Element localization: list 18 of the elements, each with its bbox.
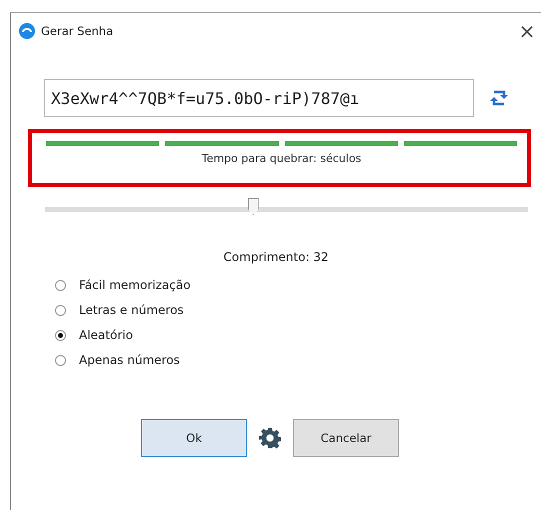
length-label: Comprimento: 32 (222, 250, 330, 264)
slider-thumb[interactable] (248, 198, 259, 215)
ok-button[interactable]: Ok (141, 419, 247, 457)
option-label[interactable]: Aleatório (79, 328, 133, 342)
radio-button[interactable] (55, 330, 66, 340)
settings-icon[interactable] (259, 427, 281, 449)
password-field[interactable]: X3eXwr4^^7QB*f=u75.0bO-riP)787@ı (44, 79, 474, 117)
radio-button[interactable] (55, 304, 66, 316)
option-label[interactable]: Apenas números (79, 353, 180, 367)
app-logo-icon (19, 23, 35, 39)
radio-button[interactable] (55, 354, 66, 366)
cancel-button[interactable]: Cancelar (293, 419, 399, 457)
crack-time-text: Tempo para quebrar: séculos (200, 152, 362, 165)
radio-button[interactable] (55, 280, 66, 290)
close-button[interactable]: × (513, 19, 541, 43)
window-title: Gerar Senha (41, 24, 114, 38)
option-label[interactable]: Letras e números (79, 303, 184, 317)
option-label[interactable]: Fácil memorização (79, 278, 191, 292)
